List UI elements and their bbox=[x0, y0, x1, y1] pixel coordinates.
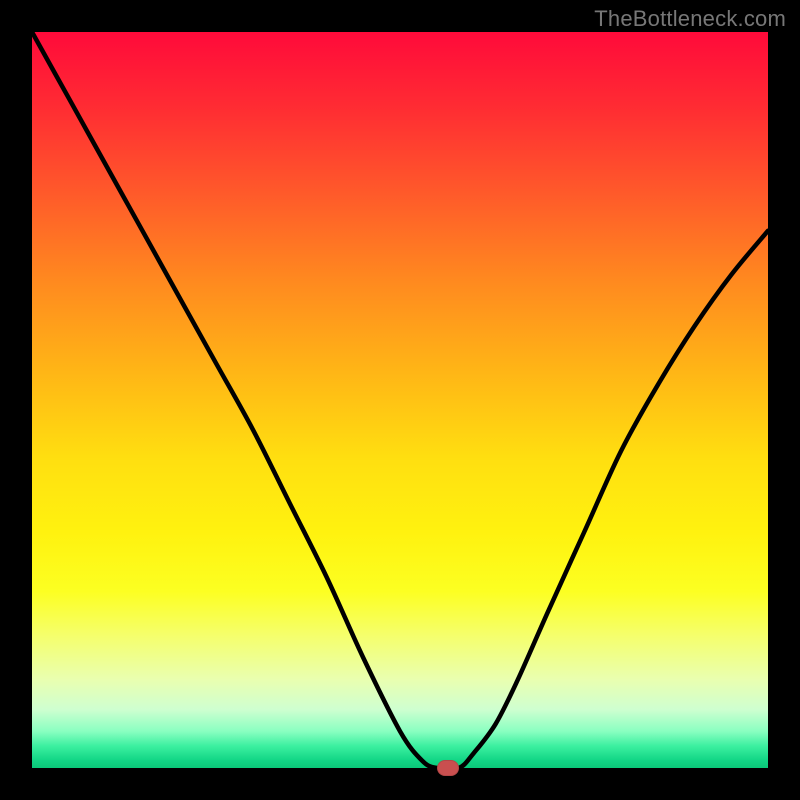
bottleneck-curve bbox=[32, 32, 768, 768]
plot-area bbox=[32, 32, 768, 768]
watermark-text: TheBottleneck.com bbox=[594, 6, 786, 32]
curve-path bbox=[32, 32, 768, 768]
chart-frame: TheBottleneck.com bbox=[0, 0, 800, 800]
bottleneck-marker bbox=[437, 760, 459, 776]
